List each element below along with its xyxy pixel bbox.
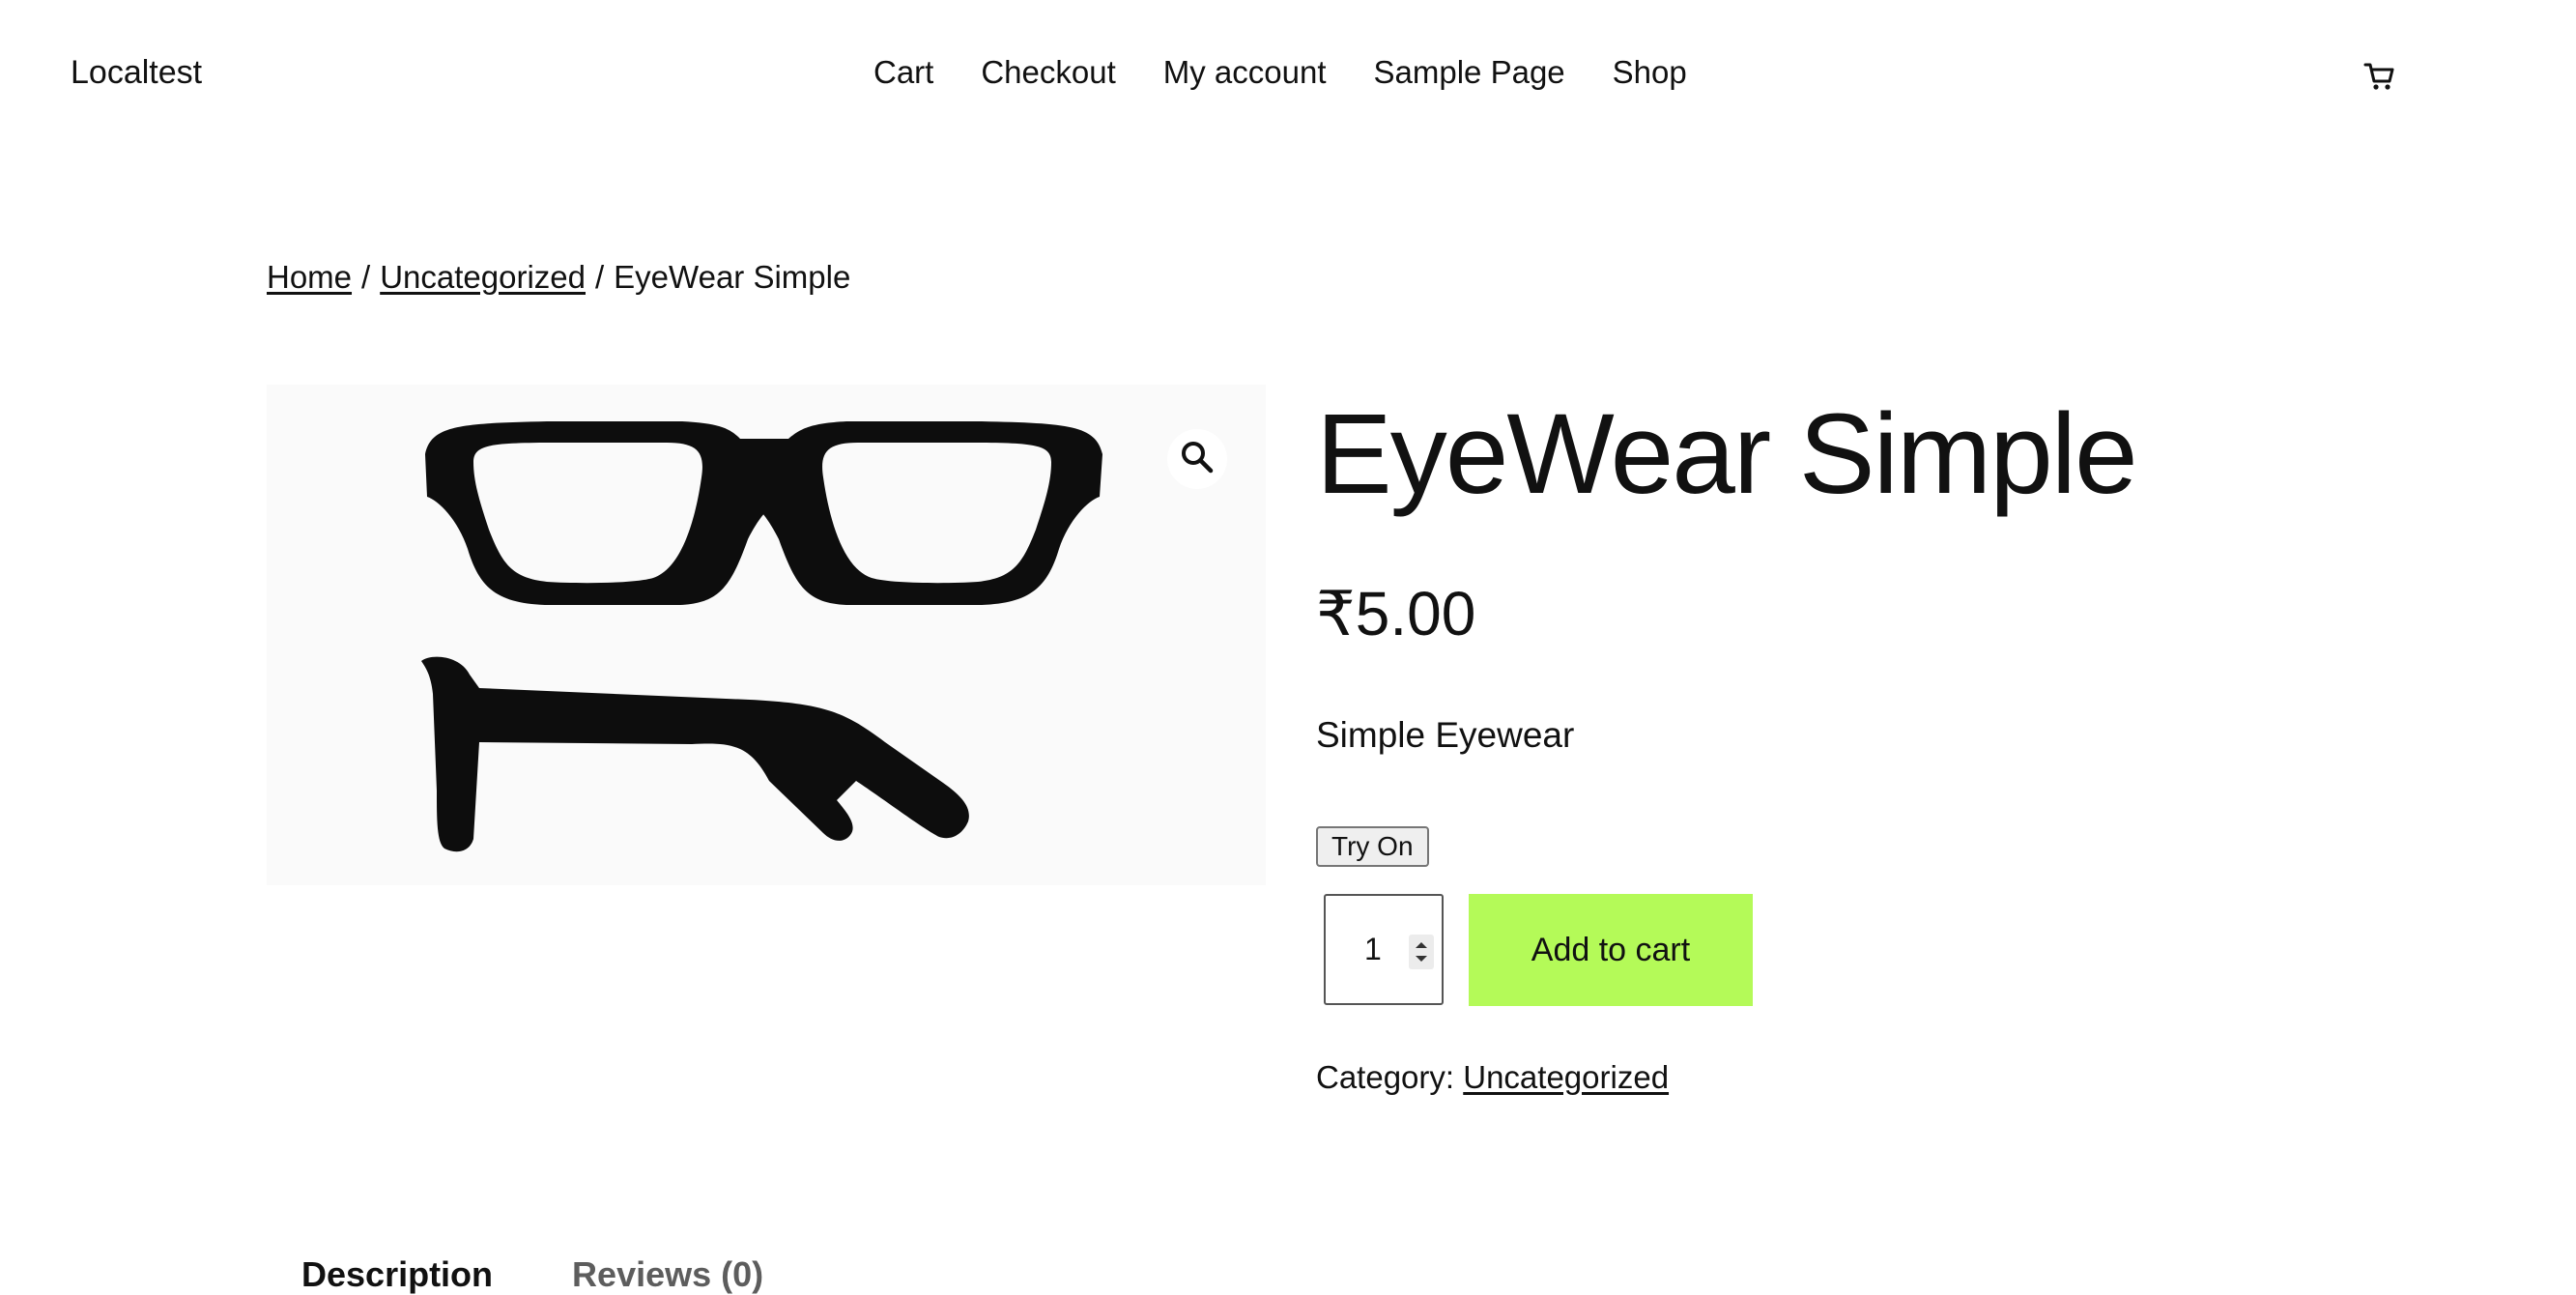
- nav-item-checkout[interactable]: Checkout: [981, 54, 1115, 91]
- quantity-value[interactable]: 1: [1364, 932, 1403, 967]
- product-price: ₹5.00: [1316, 579, 1476, 648]
- site-title[interactable]: Localtest: [71, 54, 202, 92]
- breadcrumb-category-link[interactable]: Uncategorized: [380, 259, 586, 295]
- zoom-button[interactable]: [1167, 429, 1227, 489]
- nav-item-shop[interactable]: Shop: [1613, 54, 1687, 91]
- breadcrumb-separator: /: [595, 259, 605, 295]
- quantity-input[interactable]: 1: [1324, 894, 1444, 1005]
- breadcrumb-home-link[interactable]: Home: [267, 259, 352, 295]
- try-on-button[interactable]: Try On: [1316, 826, 1429, 867]
- nav-item-my-account[interactable]: My account: [1163, 54, 1327, 91]
- category-label: Category:: [1316, 1059, 1455, 1095]
- category-link[interactable]: Uncategorized: [1463, 1059, 1669, 1095]
- breadcrumb-current: EyeWear Simple: [614, 259, 851, 295]
- add-to-cart-button[interactable]: Add to cart: [1469, 894, 1753, 1006]
- quantity-spinner[interactable]: [1409, 935, 1434, 969]
- site-header: Localtest Cart Checkout My account Sampl…: [0, 0, 2576, 155]
- eyeglasses-image: [421, 421, 1102, 852]
- breadcrumb: Home / Uncategorized / EyeWear Simple: [267, 259, 850, 296]
- product-title: EyeWear Simple: [1316, 390, 2138, 518]
- product-meta: Category: Uncategorized: [1316, 1059, 1669, 1096]
- product-image[interactable]: [267, 385, 1266, 885]
- cart-icon[interactable]: [2363, 60, 2396, 93]
- nav-item-cart[interactable]: Cart: [873, 54, 933, 91]
- magnifier-icon: [1180, 440, 1215, 479]
- breadcrumb-separator: /: [361, 259, 371, 295]
- nav-item-sample-page[interactable]: Sample Page: [1374, 54, 1565, 91]
- primary-nav: Cart Checkout My account Sample Page Sho…: [873, 54, 1734, 91]
- product-short-description: Simple Eyewear: [1316, 715, 1575, 755]
